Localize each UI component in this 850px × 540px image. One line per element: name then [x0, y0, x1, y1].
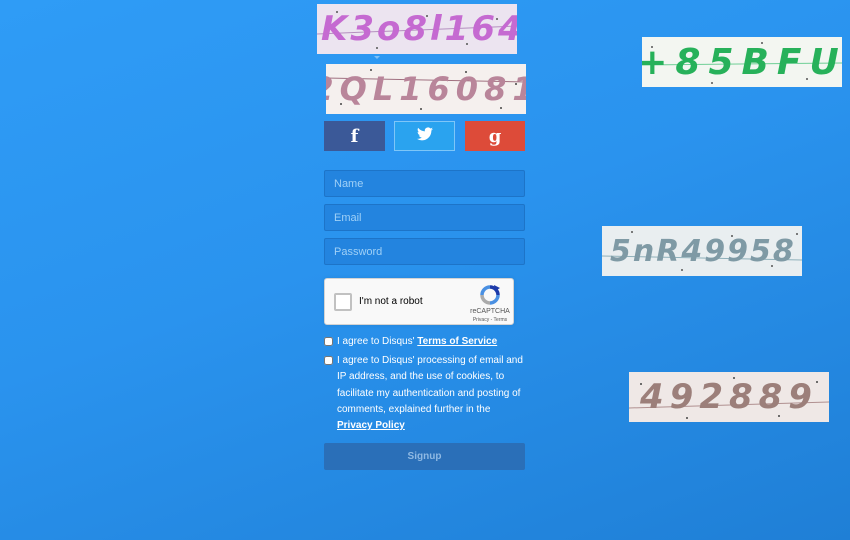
recaptcha-logo-icon: [475, 284, 505, 306]
captcha-text: 2QL16081: [326, 70, 526, 108]
signup-button[interactable]: Signup: [324, 443, 525, 470]
name-field[interactable]: [324, 170, 525, 197]
captcha-text: +85BFU: [642, 41, 842, 83]
password-field[interactable]: [324, 238, 525, 265]
facebook-login-button[interactable]: f: [324, 121, 385, 151]
tos-agreement: I agree to Disqus' Terms of Service: [324, 334, 527, 350]
twitter-login-button[interactable]: [394, 121, 455, 151]
captcha-text: 5nR49958: [610, 233, 796, 269]
privacy-policy-link[interactable]: Privacy Policy: [337, 420, 405, 431]
tos-checkbox[interactable]: [324, 337, 333, 346]
captcha-text: 492889: [640, 377, 818, 417]
email-field[interactable]: [324, 204, 525, 231]
tos-text: I agree to Disqus' Terms of Service: [337, 334, 527, 350]
privacy-prefix: I agree to Disqus' processing of email a…: [337, 355, 523, 415]
facebook-icon: f: [350, 125, 359, 147]
twitter-icon: [416, 126, 433, 146]
captcha-image: K3o8l164: [317, 4, 517, 54]
recaptcha-label: I'm not a robot: [359, 296, 423, 307]
privacy-checkbox[interactable]: [324, 356, 333, 365]
captcha-image: 492889: [629, 372, 829, 422]
google-icon: g: [488, 125, 502, 147]
privacy-agreement: I agree to Disqus' processing of email a…: [324, 353, 527, 434]
dropdown-caret-icon: [374, 56, 380, 59]
privacy-text: I agree to Disqus' processing of email a…: [337, 353, 527, 434]
captcha-image: 5nR49958: [602, 226, 802, 276]
captcha-image: 2QL16081: [326, 64, 526, 114]
recaptcha-privacy-terms-link[interactable]: Privacy - Terms: [467, 317, 513, 323]
recaptcha-checkbox[interactable]: [334, 293, 352, 311]
tos-prefix: I agree to Disqus': [337, 336, 415, 347]
terms-of-service-link[interactable]: Terms of Service: [417, 336, 497, 347]
captcha-text: K3o8l164: [321, 9, 517, 49]
recaptcha-brand: reCAPTCHA: [470, 308, 510, 315]
captcha-image: +85BFU: [642, 37, 842, 87]
recaptcha-widget: I'm not a robot reCAPTCHA Privacy - Term…: [324, 278, 514, 325]
google-login-button[interactable]: g: [465, 121, 525, 151]
